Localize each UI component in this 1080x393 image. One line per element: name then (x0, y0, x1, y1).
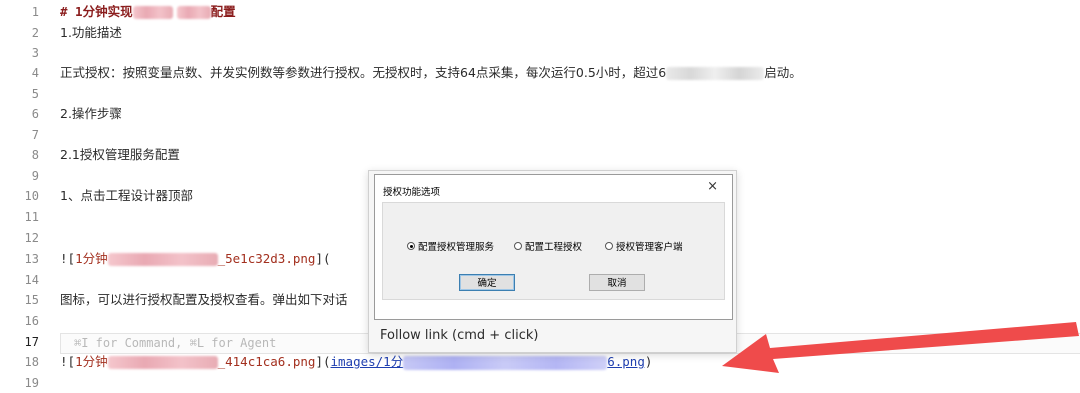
red-arrow-icon (722, 322, 1079, 373)
